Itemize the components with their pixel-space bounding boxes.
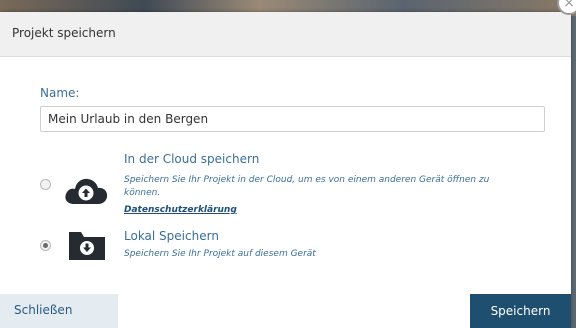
privacy-policy-link[interactable]: Datenschutzerklärung xyxy=(124,205,237,215)
cloud-upload-icon xyxy=(64,174,108,206)
option-cloud-title: In der Cloud speichern xyxy=(124,152,260,166)
save-project-dialog: Projekt speichern Name: In der Cloud spe… xyxy=(0,12,571,328)
name-label: Name: xyxy=(40,86,80,100)
dialog-title: Projekt speichern xyxy=(12,26,116,40)
option-local-description: Speichern Sie Ihr Projekt auf diesem Ger… xyxy=(124,249,316,259)
option-cloud-description: Speichern Sie Ihr Projekt in der Cloud, … xyxy=(124,175,490,198)
radio-local[interactable] xyxy=(40,240,51,251)
project-name-input[interactable] xyxy=(40,106,545,132)
close-button-label: Schließen xyxy=(14,303,73,317)
save-button[interactable]: Speichern xyxy=(470,294,571,328)
dialog-header: Projekt speichern xyxy=(0,12,571,57)
option-local-title: Lokal Speichern xyxy=(124,229,219,243)
radio-cloud[interactable] xyxy=(40,179,51,190)
close-button[interactable]: Schließen xyxy=(0,294,118,328)
folder-download-icon xyxy=(67,228,107,262)
